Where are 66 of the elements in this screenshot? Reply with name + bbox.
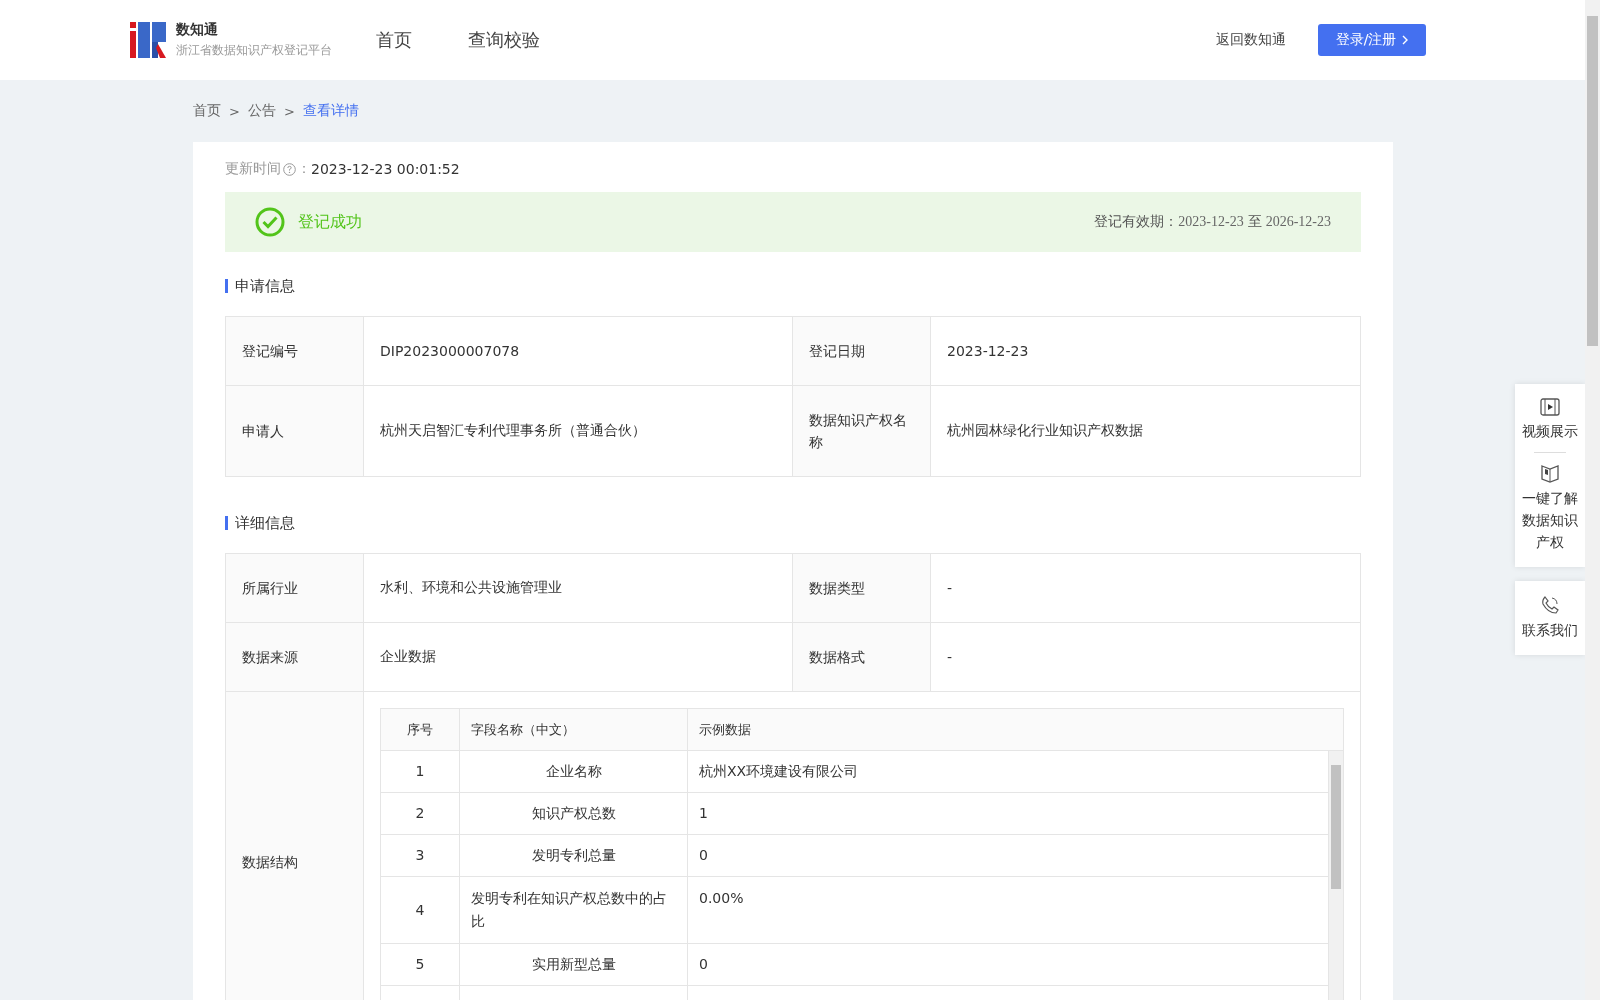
table-cell: 企业名称 bbox=[460, 751, 688, 792]
field-label: 登记日期 bbox=[793, 317, 931, 385]
back-link[interactable]: 返回数知通 bbox=[1216, 31, 1286, 49]
section-title: 申请信息 bbox=[235, 276, 295, 296]
field-value: 2023-12-23 bbox=[946, 342, 1030, 361]
scrollbar[interactable] bbox=[1329, 751, 1343, 1000]
field-label: 数据来源 bbox=[226, 623, 364, 691]
field-label: 登记编号 bbox=[226, 317, 364, 385]
breadcrumb-link[interactable]: 首页 bbox=[193, 102, 221, 120]
field-value: - bbox=[946, 579, 954, 598]
breadcrumb-link[interactable]: 查看详情 bbox=[302, 102, 359, 120]
table-cell: 发明专利总量 bbox=[460, 835, 688, 876]
table-cell-text: 0 bbox=[698, 846, 709, 865]
column-header: 示例数据 bbox=[688, 709, 1343, 750]
phone-icon bbox=[1540, 595, 1560, 615]
breadcrumb-separator: > bbox=[229, 103, 240, 119]
help-icon bbox=[283, 162, 296, 176]
field-label: 数据类型 bbox=[793, 554, 931, 622]
table-cell-text: 0 bbox=[698, 955, 709, 974]
check-circle-icon bbox=[255, 207, 285, 237]
status-text: 登记成功 bbox=[298, 211, 363, 233]
table-cell: 知识产权总数 bbox=[460, 793, 688, 834]
validity-start: 2023-12-23 bbox=[1178, 214, 1244, 230]
validity-label: 登记有效期： bbox=[1094, 213, 1179, 231]
field-label: 数据结构 bbox=[226, 692, 364, 1000]
nav-link[interactable]: 首页 bbox=[376, 28, 412, 52]
brand-name: 数知通 bbox=[176, 21, 219, 39]
breadcrumb-separator: > bbox=[283, 103, 295, 119]
table-cell: 实用新型总量 bbox=[460, 944, 688, 985]
column-header: 序号 bbox=[381, 709, 460, 750]
update-separator: ： bbox=[297, 160, 311, 178]
table-cell: 4 bbox=[381, 877, 460, 943]
field-label: 所属行业 bbox=[226, 554, 364, 622]
side-panel-link[interactable]: 联系我们 bbox=[1521, 591, 1579, 645]
page-scrollbar[interactable] bbox=[1585, 0, 1600, 1000]
field-label: 申请人 bbox=[226, 386, 364, 476]
nav-link[interactable]: 查询校验 bbox=[468, 28, 540, 52]
table-cell-text: 杭州XX环境建设有限公司 bbox=[698, 762, 860, 781]
validity-end: 2026-12-23 bbox=[1265, 214, 1331, 230]
table-cell: 1 bbox=[381, 751, 460, 792]
update-time: 2023-12-23 00:01:52 bbox=[311, 161, 460, 177]
update-label: 更新时间 bbox=[225, 160, 281, 178]
login-button[interactable]: 登录/注册 bbox=[1318, 24, 1426, 56]
table-cell: 2 bbox=[381, 793, 460, 834]
field-value: 杭州园林绿化行业知识产权数据 bbox=[946, 421, 1144, 440]
validity-to: 至 bbox=[1247, 213, 1262, 231]
side-panel-link[interactable]: 视频展示 bbox=[1521, 394, 1579, 446]
side-panel-link[interactable]: 一键了解数据知识产权 bbox=[1521, 459, 1579, 557]
breadcrumb-link[interactable]: 公告 bbox=[247, 102, 276, 120]
field-label: 数据知识产权名称 bbox=[793, 386, 931, 476]
table-cell-text: 1 bbox=[698, 804, 709, 823]
section-marker bbox=[225, 279, 228, 293]
film-icon bbox=[1540, 398, 1560, 416]
field-value: - bbox=[946, 648, 954, 667]
table-cell: 发明专利在知识产权总数中的占比 bbox=[460, 877, 688, 943]
section-marker bbox=[225, 516, 228, 530]
brand-subtitle: 浙江省数据知识产权登记平台 bbox=[176, 42, 332, 59]
column-header: 字段名称（中文） bbox=[460, 709, 688, 750]
table-cell: 5 bbox=[381, 944, 460, 985]
section-title: 详细信息 bbox=[235, 513, 295, 533]
logo-icon bbox=[130, 22, 166, 58]
chevron-right-icon bbox=[1402, 35, 1409, 45]
table-cell-text: 0.00% bbox=[698, 889, 745, 908]
field-label: 数据格式 bbox=[793, 623, 931, 691]
table-cell: 3 bbox=[381, 835, 460, 876]
book-icon bbox=[1540, 463, 1560, 483]
